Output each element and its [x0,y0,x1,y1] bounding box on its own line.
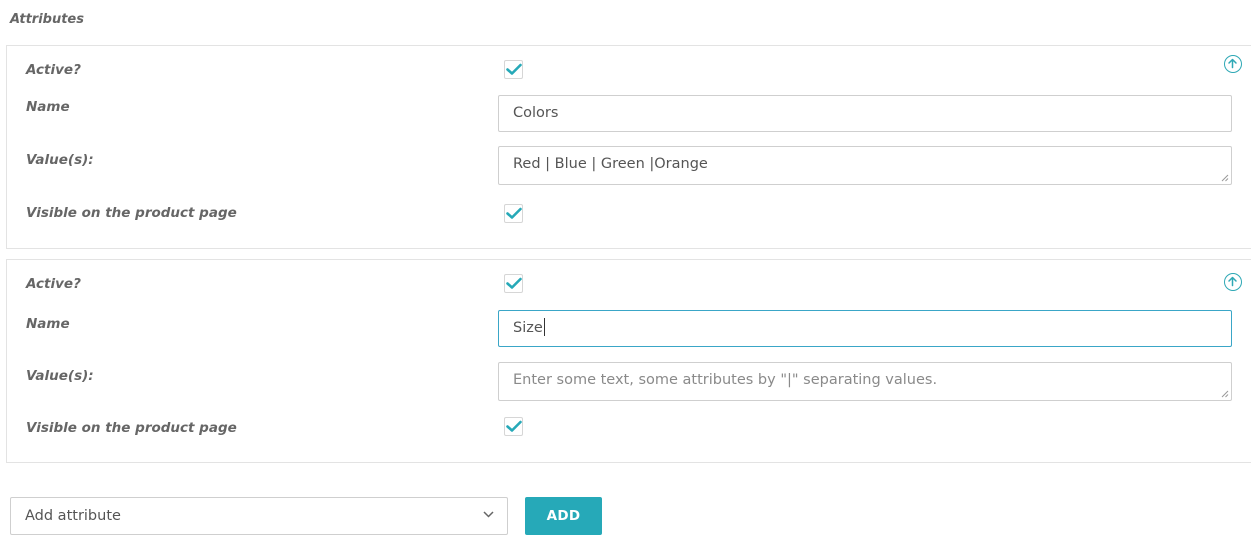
visible-checkbox[interactable] [504,204,523,223]
name-label: Name [26,99,70,115]
values-textarea-value: Red | Blue | Green |Orange [513,156,708,172]
active-checkbox[interactable] [504,60,523,79]
visible-label: Visible on the product page [26,420,237,436]
visible-label: Visible on the product page [26,205,237,221]
checkmark-icon [506,63,522,75]
name-input[interactable]: Size [498,310,1232,347]
values-textarea[interactable]: Red | Blue | Green |Orange [498,146,1232,185]
add-button[interactable]: ADD [525,497,602,535]
collapse-button[interactable] [1224,273,1242,291]
active-label: Active? [26,276,81,292]
add-attribute-select-value: Add attribute [25,508,121,524]
text-caret [543,318,545,336]
checkmark-icon [506,420,522,432]
attribute-panel: Active? Name Colors Value(s): Red | Blue… [6,45,1251,249]
name-input-value: Colors [513,105,559,121]
visible-checkbox[interactable] [504,417,523,436]
active-checkbox[interactable] [504,274,523,293]
resize-grip-icon[interactable] [1220,173,1229,182]
values-textarea[interactable]: Enter some text, some attributes by "|" … [498,362,1232,401]
section-title: Attributes [10,12,84,27]
name-input-value: Size [513,320,543,336]
checkmark-icon [506,277,522,289]
checkmark-icon [506,207,522,219]
chevron-down-icon [483,511,494,518]
name-label: Name [26,316,70,332]
collapse-button[interactable] [1224,55,1242,73]
arrow-up-circle-icon [1228,58,1237,69]
arrow-up-circle-icon [1228,276,1237,287]
add-attribute-select[interactable]: Add attribute [10,497,508,535]
active-label: Active? [26,62,81,78]
values-textarea-placeholder: Enter some text, some attributes by "|" … [513,372,938,388]
values-label: Value(s): [26,152,94,168]
values-label: Value(s): [26,368,94,384]
name-input[interactable]: Colors [498,95,1232,132]
resize-grip-icon[interactable] [1220,389,1229,398]
attribute-panel: Active? Name Size Value(s): Enter some t… [6,259,1251,463]
